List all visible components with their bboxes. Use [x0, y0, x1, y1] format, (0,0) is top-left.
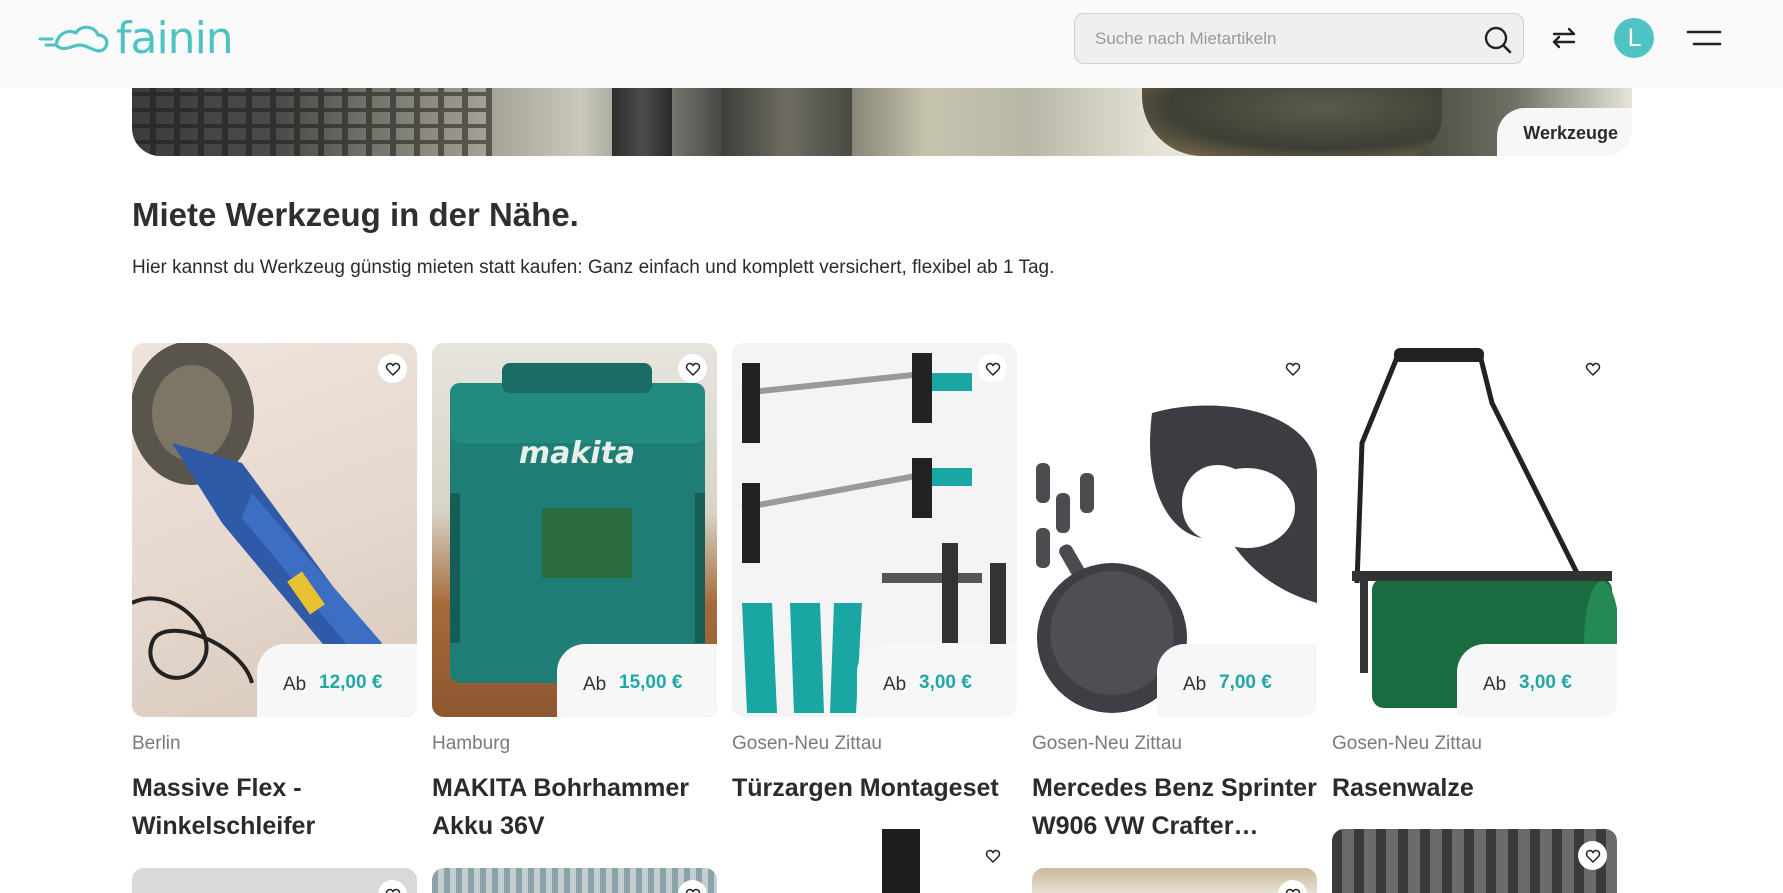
price-tag: Ab 15,00 €	[557, 644, 717, 717]
price-tag: Ab 7,00 €	[1157, 644, 1317, 717]
product-card-partial[interactable]	[732, 829, 1017, 893]
heart-icon	[685, 362, 700, 376]
search-icon[interactable]	[1483, 25, 1513, 55]
banner-image-pipe	[612, 86, 672, 156]
page-title: Miete Werkzeug in der Nähe.	[132, 196, 579, 233]
banner-category-label: Werkzeuge	[1497, 108, 1632, 156]
page-subtitle: Hier kannst du Werkzeug günstig mieten s…	[132, 257, 1055, 278]
product-location: Gosen-Neu Zittau	[1332, 733, 1482, 754]
heart-icon	[685, 888, 700, 893]
price-prefix: Ab	[283, 674, 307, 695]
price-value: 7,00 €	[1219, 672, 1272, 693]
favorite-button[interactable]	[1578, 354, 1607, 383]
price-value: 3,00 €	[1519, 672, 1572, 693]
search-input[interactable]	[1095, 24, 1455, 54]
product-card-partial[interactable]	[1332, 829, 1617, 893]
product-card[interactable]: Ab 3,00 € Gosen-Neu Zittau Türzargen Mon…	[732, 343, 1017, 807]
logo-cloud-icon	[38, 25, 109, 53]
product-image-partial	[882, 829, 920, 893]
product-card[interactable]: Ab 7,00 € Gosen-Neu Zittau Mercedes Benz…	[1032, 343, 1317, 845]
heart-icon	[1285, 888, 1300, 893]
heart-icon	[385, 362, 400, 376]
product-name[interactable]: Türzargen Montageset	[732, 769, 1017, 807]
favorite-button[interactable]	[1278, 880, 1307, 893]
banner-image-pipe	[722, 86, 852, 156]
heart-icon	[1585, 849, 1600, 863]
hamburger-menu-icon[interactable]	[1686, 28, 1722, 48]
heart-icon	[385, 888, 400, 893]
product-name[interactable]: MAKITA Bohrhammer Akku 36V	[432, 769, 717, 845]
price-tag: Ab 3,00 €	[1457, 644, 1617, 717]
logo-text: fainin	[116, 13, 234, 64]
product-image[interactable]: Ab 12,00 €	[132, 343, 417, 717]
fainin-logo[interactable]: fainin	[38, 13, 234, 64]
favorite-button[interactable]	[1278, 354, 1307, 383]
heart-icon	[1585, 362, 1600, 376]
heart-icon	[1285, 362, 1300, 376]
product-location: Hamburg	[432, 733, 511, 754]
product-name[interactable]: Mercedes Benz Sprinter W906 VW Crafter…	[1032, 769, 1317, 845]
favorite-button[interactable]	[378, 880, 407, 893]
product-card[interactable]: Ab 3,00 € Gosen-Neu Zittau Rasenwalze	[1332, 343, 1617, 807]
price-value: 3,00 €	[919, 672, 972, 693]
favorite-button[interactable]	[978, 354, 1007, 383]
price-value: 12,00 €	[319, 672, 383, 693]
product-card-partial[interactable]	[432, 868, 717, 893]
product-image[interactable]: Ab 7,00 €	[1032, 343, 1317, 717]
heart-icon	[985, 849, 1000, 863]
favorite-button[interactable]	[378, 354, 407, 383]
banner-image-glove	[1142, 86, 1442, 156]
favorite-button[interactable]	[678, 354, 707, 383]
top-header: fainin L	[0, 0, 1783, 88]
product-image[interactable]: makita Ab 15,00 €	[432, 343, 717, 717]
banner-image-grid	[132, 86, 492, 156]
price-prefix: Ab	[883, 674, 907, 695]
price-prefix: Ab	[1183, 674, 1207, 695]
price-tag: Ab 3,00 €	[857, 644, 1017, 717]
heart-icon	[985, 362, 1000, 376]
category-banner: Werkzeuge	[132, 86, 1632, 156]
favorite-button[interactable]	[978, 841, 1007, 870]
price-tag: Ab 12,00 €	[257, 644, 417, 717]
product-card-partial[interactable]	[1032, 868, 1317, 893]
favorite-button[interactable]	[1578, 841, 1607, 870]
product-name[interactable]: Massive Flex - Winkelschleifer	[132, 769, 417, 845]
svg-text:makita: makita	[519, 436, 635, 471]
product-location: Berlin	[132, 733, 181, 754]
product-name[interactable]: Rasenwalze	[1332, 769, 1617, 807]
price-prefix: Ab	[1483, 674, 1507, 695]
user-avatar[interactable]: L	[1614, 18, 1654, 58]
swap-arrows-icon[interactable]	[1548, 22, 1580, 54]
product-image[interactable]: Ab 3,00 €	[732, 343, 1017, 717]
price-prefix: Ab	[583, 674, 607, 695]
price-value: 15,00 €	[619, 672, 683, 693]
favorite-button[interactable]	[678, 880, 707, 893]
product-image[interactable]: Ab 3,00 €	[1332, 343, 1617, 717]
product-location: Gosen-Neu Zittau	[732, 733, 882, 754]
product-card-partial[interactable]	[132, 868, 417, 893]
product-card[interactable]: makita Ab 15,00 € Hamburg MAKITA Bohrham…	[432, 343, 717, 845]
product-card[interactable]: Ab 12,00 € Berlin Massive Flex - Winkels…	[132, 343, 417, 845]
product-location: Gosen-Neu Zittau	[1032, 733, 1182, 754]
search-bar[interactable]	[1074, 13, 1524, 64]
